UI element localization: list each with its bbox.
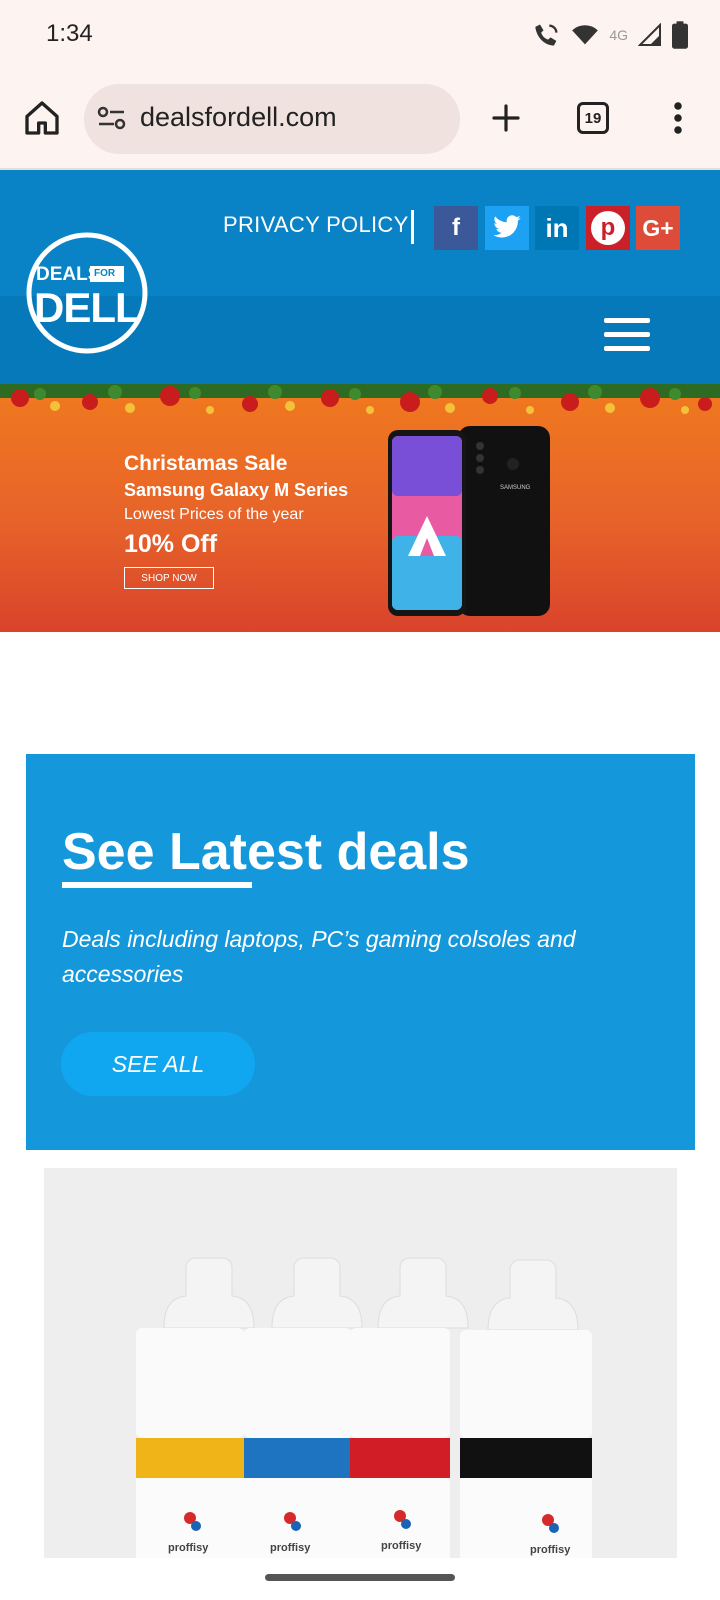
christmas-garland-icon [0,384,720,414]
see-all-button[interactable]: SEE ALL [61,1032,255,1096]
facebook-icon[interactable]: f [434,206,478,250]
logo-for-text: FOR [94,268,116,279]
banner-discount: 10% Off [124,530,218,558]
banner-headline: Christamas Sale [124,452,288,475]
menu-bar [604,332,650,337]
product-brand-label: proffisy [270,1542,311,1554]
wifi-call-icon [535,24,558,46]
latest-deals-description: Deals including laptops, PC’s gaming col… [62,926,576,987]
header-divider [411,210,414,244]
twitter-bird-icon [493,215,521,238]
status-icons: 4G [533,18,688,52]
product-brand-label: proffisy [530,1544,571,1556]
twitter-icon[interactable] [485,206,529,250]
title-underline [62,882,252,888]
site-settings-icon[interactable] [96,104,128,132]
privacy-policy-link[interactable]: PRIVACY POLICY [223,212,409,238]
menu-button[interactable] [604,318,650,352]
ink-bottles-image [136,1257,592,1558]
tab-switcher-button[interactable]: 19 [577,102,609,134]
wifi-icon [572,25,599,45]
home-gesture-pill[interactable] [265,1574,455,1581]
latest-deals-title: See Latest deals [62,823,470,881]
product-brand-label: proffisy [168,1542,209,1554]
signal-icon [638,23,661,46]
url-text[interactable]: dealsfordell.com [140,102,337,133]
home-icon[interactable] [22,98,62,138]
banner-tagline: Lowest Prices of the year [124,506,304,523]
banner-product: Samsung Galaxy M Series [124,480,349,500]
phone-brand: SAMSUNG [500,485,531,491]
status-time: 1:34 [46,20,93,47]
new-tab-icon[interactable] [490,102,522,134]
logo-deals-text: DEALS [36,264,101,285]
menu-bar [604,346,650,351]
more-options-icon[interactable] [664,100,692,136]
pinterest-glyph: p [591,211,625,245]
menu-bar [604,318,650,323]
network-type: 4G [609,27,628,43]
smartphone-image [388,426,550,616]
shop-now-button[interactable]: SHOP NOW [124,567,214,589]
logo-dell-text: DELL [34,284,141,331]
battery-icon [672,21,688,49]
linkedin-icon[interactable]: in [535,206,579,250]
google-plus-icon[interactable]: G+ [636,206,680,250]
pinterest-icon[interactable]: p [586,206,630,250]
site-logo[interactable]: DEALS FOR DELL [26,232,148,354]
product-brand-label: proffisy [381,1540,422,1552]
